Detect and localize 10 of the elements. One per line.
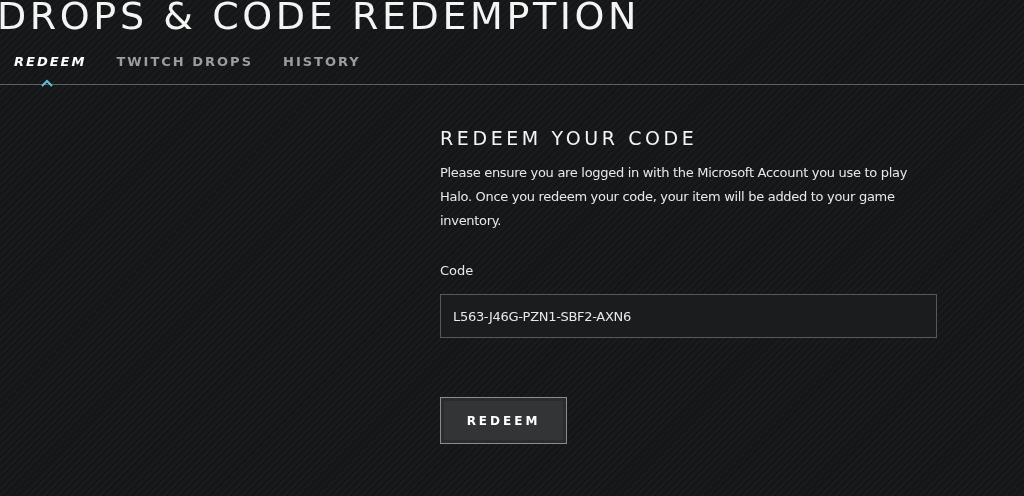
tab[interactable]: TWITCH DROPS — [116, 52, 253, 70]
field-label: Code — [440, 263, 475, 278]
tab[interactable]: HISTORY — [283, 52, 361, 70]
redeem-button[interactable]: REDEEM — [440, 397, 567, 444]
description-text: Please ensure you are logged in with the Microsoft Account you use to play Halo. Once you redeem your code, your item will be added to your game inventory. — [440, 164, 909, 230]
caret-icon — [40, 79, 54, 87]
page-title: DROPS & CODE REDEMPTION — [0, 0, 642, 40]
tab[interactable]: REDEEM — [14, 52, 87, 70]
code-input-field[interactable]: L563-J46G-PZN1-SBF2-AXN6 — [440, 294, 937, 338]
section-heading: REDEEM YOUR CODE — [440, 127, 699, 149]
